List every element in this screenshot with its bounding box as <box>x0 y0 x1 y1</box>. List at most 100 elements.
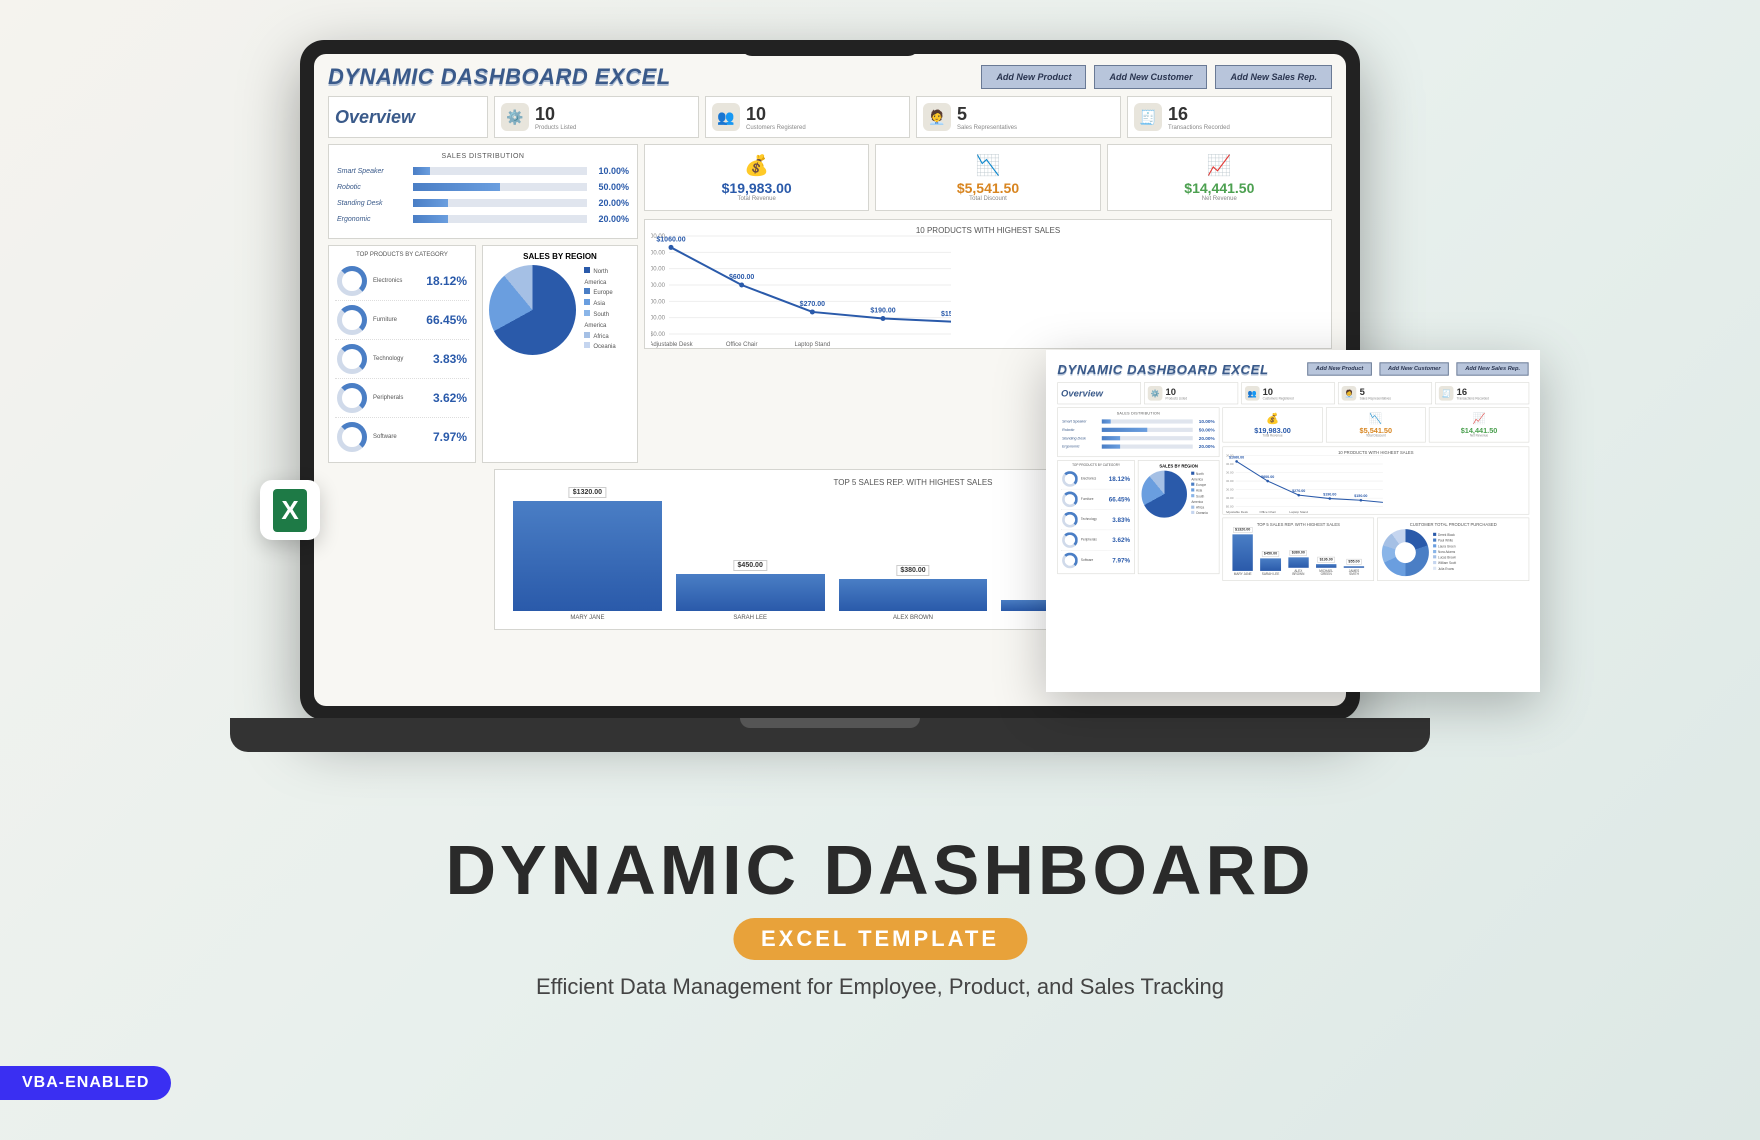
hbar-label: Robotic <box>337 184 407 191</box>
svg-text:Office Chair: Office Chair <box>1259 510 1275 514</box>
trend-icon: 📈 <box>1112 153 1327 178</box>
donut-card: TOP PRODUCTS BY CATEGORY Electronics18.1… <box>328 245 476 463</box>
donut-pct: 66.45% <box>426 313 467 327</box>
svg-text:$400.00: $400.00 <box>1226 488 1234 492</box>
hbar-label: Standing Desk <box>1062 436 1099 440</box>
discount-icon: 📉 <box>880 153 1095 178</box>
donut-pct: 3.83% <box>1112 516 1130 523</box>
inset-btn-3[interactable]: Add New Sales Rep. <box>1457 362 1529 375</box>
hbar-row: Smart Speaker10.00% <box>337 166 629 176</box>
inset-preview: DYNAMIC DASHBOARD EXCEL Add New Product … <box>1046 350 1540 692</box>
donut-item: Electronics18.12% <box>1061 469 1131 489</box>
top5-bar: $136.00MICHAEL GREEN <box>1316 564 1337 576</box>
top5-bar: $450.00SARAH LEE <box>1260 558 1281 576</box>
laptop-notch <box>740 40 920 56</box>
add-product-button[interactable]: Add New Product <box>981 65 1086 89</box>
kpi-value: 10 <box>746 104 806 125</box>
svg-text:$190.00: $190.00 <box>870 307 895 314</box>
hbar-row: Robotic 50.00% <box>1062 427 1215 432</box>
action-buttons: Add New Product Add New Customer Add New… <box>981 65 1332 89</box>
donut-pct: 3.83% <box>433 352 467 366</box>
donut-icon <box>337 305 367 335</box>
hbar-pct: 20.00% <box>593 214 629 224</box>
svg-text:$600.00: $600.00 <box>651 283 666 289</box>
top5-bar: $450.00SARAH LEE <box>676 574 825 622</box>
svg-text:$800.00: $800.00 <box>651 267 666 273</box>
vba-badge: VBA-ENABLED <box>0 1066 171 1100</box>
hbar-pct: 20.00% <box>1196 444 1215 449</box>
donut-item: Peripherals3.62% <box>1061 530 1131 550</box>
overview-label: Overview <box>335 107 415 128</box>
overview-card: Overview <box>328 96 488 138</box>
donut-title: TOP PRODUCTS BY CATEGORY <box>335 252 469 258</box>
line-svg: $0.00 $200.00 $400.00 $600.00 $800.00 $1000.0… <box>651 226 951 376</box>
svg-text:$400.00: $400.00 <box>651 299 666 305</box>
donut-item: Furniture66.45% <box>335 301 469 340</box>
donut-icon <box>337 266 367 296</box>
svg-text:$270.00: $270.00 <box>1292 489 1305 493</box>
hbar-label: Smart Speaker <box>1062 420 1099 424</box>
laptop-base <box>230 718 1430 752</box>
donut-pct: 3.62% <box>433 391 467 405</box>
svg-text:Laptop Stand: Laptop Stand <box>1289 510 1308 514</box>
gear-icon: ⚙️ <box>501 103 529 131</box>
hbar-pct: 50.00% <box>1196 427 1215 432</box>
donut-item: Electronics18.12% <box>335 262 469 301</box>
hbar-title: SALES DISTRIBUTION <box>337 153 629 160</box>
bag-icon: 💰 <box>649 153 864 178</box>
kpi-customers: 👥 10 Customers Registered <box>705 96 910 138</box>
svg-text:$0.00: $0.00 <box>651 332 666 338</box>
money-sub: Total Discount <box>880 196 1095 202</box>
hbar-row: Robotic50.00% <box>337 182 629 192</box>
money-sub: Total Revenue <box>649 196 864 202</box>
receipt-icon: 🧾 <box>1134 103 1162 131</box>
add-salesrep-button[interactable]: Add New Sales Rep. <box>1215 65 1332 89</box>
rep-icon: 🧑‍💼 <box>923 103 951 131</box>
customer-donut <box>1382 529 1429 576</box>
donut-icon <box>1062 532 1078 548</box>
marketing-tagline: Efficient Data Management for Employee, … <box>445 974 1314 1000</box>
donut-item: Technology3.83% <box>335 340 469 379</box>
hbar-row: Ergonomic20.00% <box>337 214 629 224</box>
kpi-value: 16 <box>1168 104 1230 125</box>
svg-text:$1060.00: $1060.00 <box>1229 455 1244 459</box>
donut-pct: 7.97% <box>433 430 467 444</box>
marketing-pill: EXCEL TEMPLATE <box>733 918 1027 960</box>
svg-text:Laptop Stand: Laptop Stand <box>794 342 830 348</box>
pie-chart <box>489 265 576 355</box>
money-discount: 📉 $5,541.50 Total Discount <box>875 144 1100 211</box>
money-sub: Net Revenue <box>1112 196 1327 202</box>
svg-text:$200.00: $200.00 <box>651 316 666 322</box>
svg-text:$190.00: $190.00 <box>1323 492 1336 496</box>
pie-legend: North AmericaEuropeAsiaSouth AmericaAfri… <box>584 267 631 353</box>
inset-btn-2[interactable]: Add New Customer <box>1379 362 1449 375</box>
add-customer-button[interactable]: Add New Customer <box>1094 65 1207 89</box>
inset-btn-1[interactable]: Add New Product <box>1307 362 1372 375</box>
dashboard-title: DYNAMIC DASHBOARD EXCEL <box>328 64 671 90</box>
hbar-row: Smart Speaker10.00% <box>1062 419 1215 424</box>
kpi-row: Overview ⚙️ 10 Products Listed 👥 10 Cust… <box>328 96 1332 138</box>
svg-text:$600.00: $600.00 <box>1226 479 1234 483</box>
hbar-label: Robotic <box>1062 428 1099 432</box>
money-value: $14,441.50 <box>1112 180 1327 196</box>
kpi-transactions: 🧾 16 Transactions Recorded <box>1127 96 1332 138</box>
kpi-reps: 🧑‍💼 5 Sales Representatives <box>916 96 1121 138</box>
svg-text:$0.00: $0.00 <box>1226 505 1234 509</box>
money-value: $19,983.00 <box>649 180 864 196</box>
svg-text:Office Chair: Office Chair <box>726 342 758 348</box>
donut-icon <box>1062 512 1078 528</box>
donut-icon <box>337 422 367 452</box>
line-chart: 10 PRODUCTS WITH HIGHEST SALES $0.00$200… <box>644 219 1332 349</box>
svg-text:Adjustable Desk: Adjustable Desk <box>651 342 694 348</box>
svg-text:$800.00: $800.00 <box>1226 471 1234 475</box>
svg-text:$270.00: $270.00 <box>800 301 825 308</box>
kpi-sub: Customers Registered <box>746 125 806 131</box>
svg-text:$150.00: $150.00 <box>1354 494 1367 498</box>
marketing-block: DYNAMIC DASHBOARD EXCEL TEMPLATE Efficie… <box>445 830 1314 1000</box>
kpi-sub: Products Listed <box>535 125 576 131</box>
svg-text:$1000.00: $1000.00 <box>651 250 666 256</box>
top5-bar: $380.00ALEX BROWN <box>1288 557 1309 576</box>
hbar-label: Standing Desk <box>337 200 407 207</box>
inset-title: DYNAMIC DASHBOARD EXCEL <box>1057 361 1268 376</box>
top5-bar: $55.00JAMES SMITH <box>1344 566 1365 576</box>
